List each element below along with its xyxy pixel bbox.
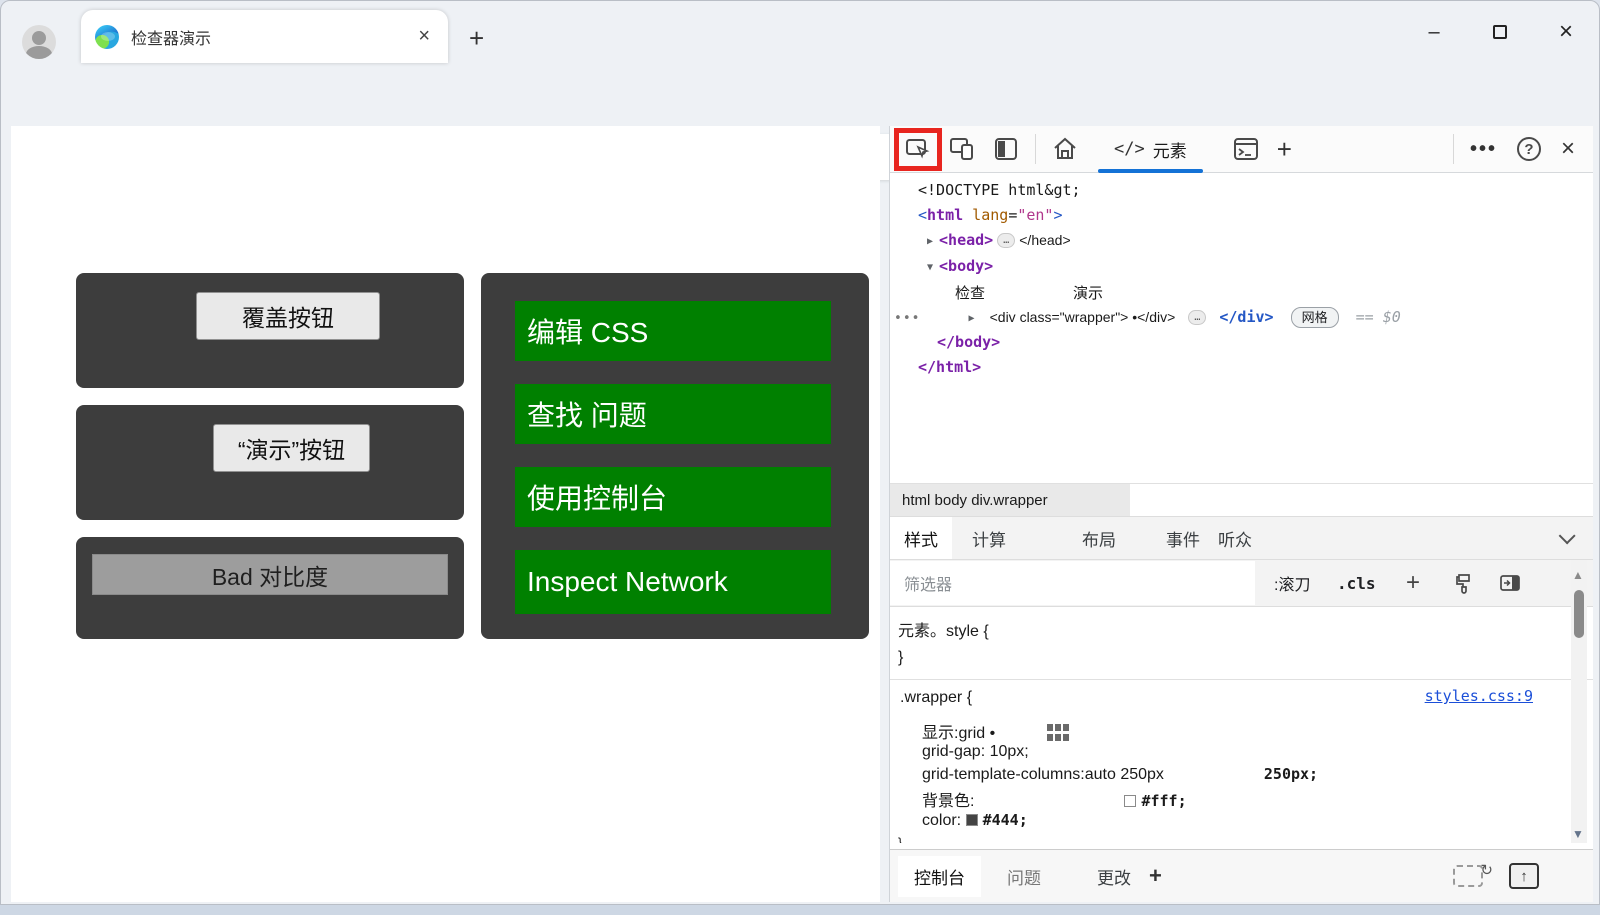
sidebar-pane-tabs: 样式 计算 布局 事件 听众 (890, 516, 1593, 560)
expand-arrow-icon[interactable]: ▶ (927, 236, 933, 247)
prop-color[interactable]: color: #444; (922, 811, 1028, 830)
breadcrumb[interactable]: html body div.wrapper (890, 484, 1130, 517)
scroll-up-icon[interactable]: ▲ (1572, 568, 1584, 582)
grid-editor-icon[interactable] (1047, 724, 1070, 741)
tab-computed[interactable]: 计算 (958, 517, 1020, 559)
color-swatch-dark[interactable] (965, 814, 978, 826)
tab-styles[interactable]: 样式 (890, 517, 952, 559)
styles-pane: 元素。style { } .wrapper { styles.css:9 显示:… (890, 607, 1593, 843)
edit-css-button[interactable]: 编辑 CSS (515, 301, 831, 361)
breadcrumb-bar: html body div.wrapper (890, 483, 1593, 517)
devtools-menu-icon[interactable]: ••• (1470, 138, 1497, 161)
dom-html-close[interactable]: </html> (918, 358, 981, 376)
dom-body-close[interactable]: </body> (937, 333, 1000, 351)
wrapper-rule-close: } (898, 835, 903, 843)
demo-button-panel: “演示”按钮 (76, 405, 464, 520)
dom-div-wrapper[interactable]: ••• ▶ <div class="wrapper"> •</div> … </… (894, 307, 1401, 328)
cls-toggle[interactable]: .cls (1337, 560, 1376, 606)
dom-text-node[interactable]: 检查 演示 (955, 282, 1103, 303)
dom-head[interactable]: ▶ <head>… </head> (927, 231, 1071, 249)
dom-tree: <!DOCTYPE html&gt; <html lang="en"> ▶ <he… (890, 173, 1593, 483)
grid-badge[interactable]: 网格 (1290, 307, 1339, 328)
tab-close-icon[interactable]: × (414, 25, 434, 48)
bad-contrast-button[interactable]: Bad 对比度 (92, 554, 448, 595)
minimize-button[interactable]: – (1401, 1, 1467, 63)
dock-side-icon[interactable] (991, 134, 1021, 164)
override-button[interactable]: 覆盖按钮 (196, 292, 380, 340)
console-drawer-icon[interactable] (1231, 134, 1261, 164)
page-viewport: 检查演示 覆盖按钮 “演示”按钮 Bad 对比度 编辑 CSS 查找 问题 使用… (11, 126, 880, 902)
dom-doctype[interactable]: <!DOCTYPE html&gt; (918, 181, 1081, 199)
prop-grid-gap[interactable]: grid-gap: 10px; (922, 743, 1029, 761)
expand-quick-view-icon[interactable]: ↑ (1509, 863, 1539, 889)
elements-tab-label: 元素 (1152, 141, 1187, 161)
wrapper-rule-selector[interactable]: .wrapper { (900, 689, 972, 707)
tab-listeners[interactable]: 听众 (1204, 517, 1266, 559)
maximize-button[interactable] (1467, 1, 1533, 63)
styles-filter-row: 筛选器 :滚刀 .cls + (890, 560, 1593, 607)
brush-icon[interactable] (1452, 571, 1476, 595)
collapse-arrow-icon[interactable]: ▼ (927, 262, 933, 273)
new-tab-button[interactable]: + (469, 23, 484, 54)
styles-scrollbar[interactable]: ▲ ▼ (1571, 560, 1587, 843)
help-icon[interactable]: ? (1516, 137, 1541, 161)
browser-window: 检查器演示 × + – × https://microsoftedge.gith… (0, 0, 1600, 905)
scroll-down-icon[interactable]: ▼ (1572, 827, 1584, 841)
drawer-tab-changes[interactable]: 更改 (1081, 856, 1147, 897)
filter-input[interactable]: 筛选器 (890, 561, 1255, 605)
edge-logo-icon (95, 24, 119, 49)
navigation-bar: https://microsoftedge.github.io/Demos/de… (1, 63, 1599, 180)
add-panel-icon[interactable]: + (1277, 134, 1292, 165)
inspect-element-icon[interactable] (903, 134, 933, 164)
inspect-network-button[interactable]: Inspect Network (515, 550, 831, 614)
tab-layout[interactable]: 布局 (1068, 517, 1130, 559)
element-style-rule[interactable]: 元素。style { (898, 617, 989, 641)
devtools-toolbar-right: ••• ? × (1439, 134, 1593, 164)
computed-sidebar-icon[interactable] (1498, 571, 1522, 595)
dom-body-open[interactable]: ▼ <body> (927, 257, 993, 275)
expand-arrow-icon[interactable]: ▶ (969, 313, 975, 324)
toolbar-divider (1035, 134, 1036, 164)
window-bottom-edge (0, 905, 1600, 915)
drawer-tab-issues[interactable]: 问题 (991, 856, 1057, 897)
prop-background-color[interactable]: 背景色: #fff; (922, 787, 1187, 811)
chevron-down-icon[interactable] (1558, 527, 1576, 545)
overflow-menu-icon[interactable]: ••• (894, 311, 920, 326)
screenshot-stage: 检查器演示 × + – × https://microsoftedge.gith… (0, 0, 1600, 915)
hov-toggle[interactable]: :滚刀 (1274, 560, 1310, 606)
use-console-button[interactable]: 使用控制台 (515, 467, 831, 527)
bad-contrast-panel: Bad 对比度 (76, 537, 464, 639)
element-style-close: } (898, 649, 904, 666)
devtools-toolbar: </> 元素 + ••• ? × (890, 126, 1593, 173)
demo-button[interactable]: “演示”按钮 (213, 424, 370, 472)
rotate-device-icon[interactable] (1453, 861, 1493, 887)
find-issues-button[interactable]: 查找 问题 (515, 384, 831, 444)
profile-avatar[interactable] (22, 25, 56, 59)
ellipsis-pill[interactable]: … (1188, 310, 1207, 325)
devtools-panel: </> 元素 + ••• ? × <!DOCTYPE html&gt; <htm… (889, 126, 1593, 902)
prop-grid-template-columns[interactable]: grid-template-columns:auto 250px 250px; (922, 765, 1318, 784)
tab-title: 检查器演示 (131, 30, 212, 48)
devtools-close-icon[interactable]: × (1561, 135, 1575, 163)
color-swatch-white[interactable] (1124, 795, 1137, 807)
home-icon[interactable] (1050, 134, 1080, 164)
device-emulation-icon[interactable] (947, 134, 977, 164)
active-tab-underline (1098, 168, 1203, 173)
tab-bar: 检查器演示 × + – × (1, 1, 1599, 63)
green-buttons-panel: 编辑 CSS 查找 问题 使用控制台 Inspect Network (481, 273, 869, 639)
prop-display[interactable]: 显示:grid • (922, 719, 1070, 743)
ellipsis-pill[interactable]: … (997, 233, 1016, 248)
drawer-add-tab-icon[interactable]: + (1149, 863, 1162, 889)
window-controls: – × (1401, 1, 1599, 63)
code-brackets-icon: </> (1114, 139, 1145, 159)
scrollbar-thumb[interactable] (1574, 590, 1584, 638)
browser-tab[interactable]: 检查器演示 × (81, 10, 448, 63)
devtools-drawer: 控制台 问题 更改 + ↑ (890, 849, 1593, 902)
tab-elements[interactable]: </> 元素 (1098, 126, 1203, 173)
override-button-panel: 覆盖按钮 (76, 273, 464, 388)
stylesheet-link[interactable]: styles.css:9 (1425, 687, 1533, 705)
dom-html-open[interactable]: <html lang="en"> (918, 206, 1063, 224)
drawer-tab-console[interactable]: 控制台 (898, 855, 981, 897)
window-close-button[interactable]: × (1533, 1, 1599, 63)
